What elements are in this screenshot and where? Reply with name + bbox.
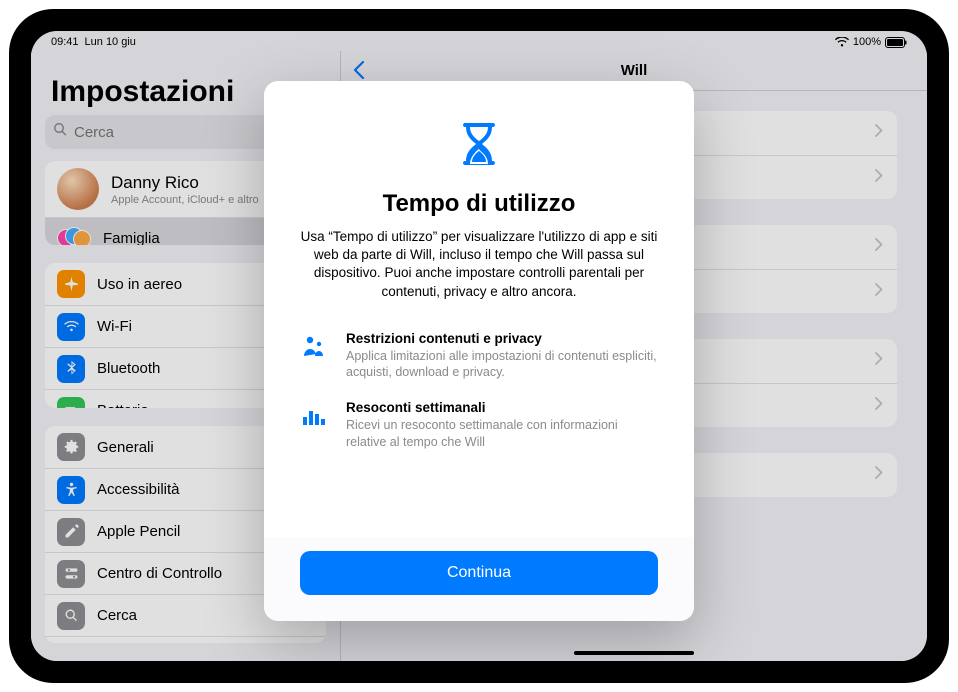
continue-button[interactable]: Continua bbox=[300, 551, 658, 595]
feature-desc: Applica limitazioni alle impostazioni di… bbox=[346, 348, 658, 381]
feature-restrictions: Restrizioni contenuti e privacy Applica … bbox=[300, 331, 658, 381]
feature-desc: Ricevi un resoconto settimanale con info… bbox=[346, 417, 658, 450]
bar-chart-icon bbox=[300, 400, 330, 450]
family-privacy-icon bbox=[300, 331, 330, 381]
hourglass-icon bbox=[300, 121, 658, 178]
feature-title: Resoconti settimanali bbox=[346, 400, 658, 415]
feature-title: Restrizioni contenuti e privacy bbox=[346, 331, 658, 346]
device-frame: 09:41 Lun 10 giu 100% Impostazioni bbox=[9, 9, 949, 683]
screen: 09:41 Lun 10 giu 100% Impostazioni bbox=[31, 31, 927, 661]
modal-description: Usa “Tempo di utilizzo” per visualizzare… bbox=[300, 228, 658, 301]
modal-title: Tempo di utilizzo bbox=[300, 190, 658, 218]
screen-time-modal: Tempo di utilizzo Usa “Tempo di utilizzo… bbox=[264, 81, 694, 621]
feature-weekly-reports: Resoconti settimanali Ricevi un resocont… bbox=[300, 400, 658, 450]
